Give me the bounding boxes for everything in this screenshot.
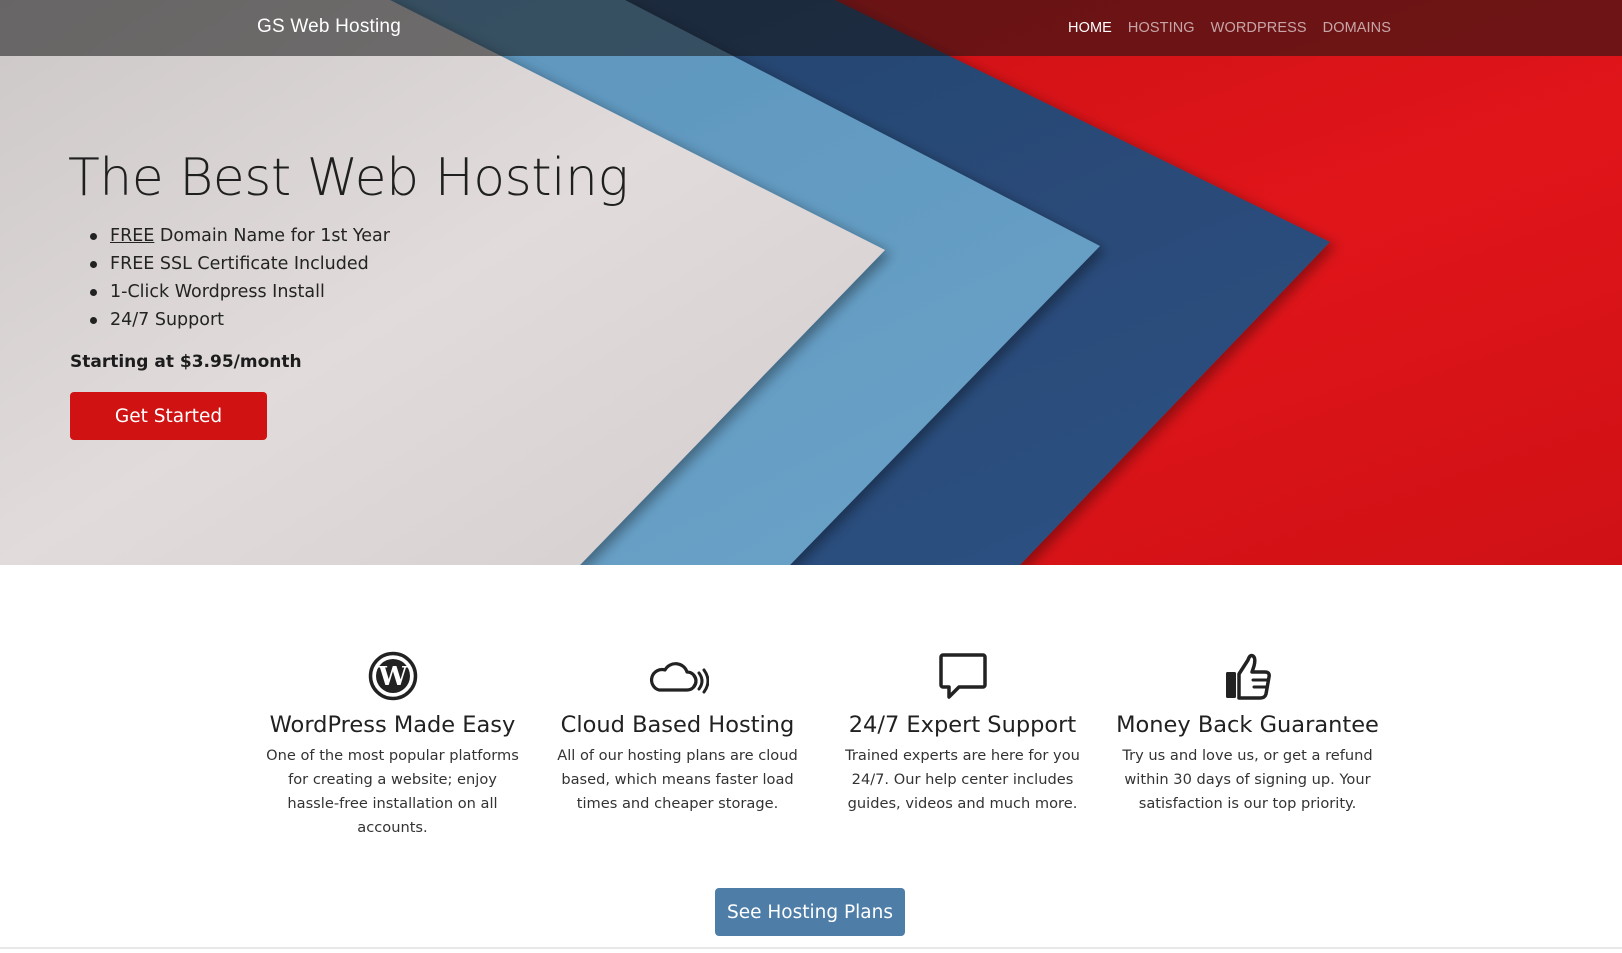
brand-logo[interactable]: GS Web Hosting <box>257 16 401 38</box>
feature-card-guarantee: Money Back Guarantee Try us and love us,… <box>1105 650 1390 816</box>
nav-link-domains[interactable]: DOMAINS <box>1323 20 1391 36</box>
hero-feature-item: FREE SSL Certificate Included <box>90 250 390 278</box>
thumbs-up-icon <box>1225 653 1271 700</box>
nav-menu: HOME HOSTING WORDPRESS DOMAINS <box>1068 20 1391 36</box>
hero-feature-item: FREE Domain Name for 1st Year <box>90 222 390 250</box>
feature-card-cloud: Cloud Based Hosting All of our hosting p… <box>535 650 820 816</box>
nav-link-home[interactable]: HOME <box>1068 20 1112 36</box>
nav-link-hosting[interactable]: HOSTING <box>1128 20 1195 36</box>
hero-feature-list: FREE Domain Name for 1st Year FREE SSL C… <box>90 222 390 334</box>
wordpress-icon: W <box>368 651 417 701</box>
feature-description: One of the most popular platforms for cr… <box>266 747 519 836</box>
get-started-button[interactable]: Get Started <box>70 392 267 440</box>
hero-title: The Best Web Hosting <box>68 148 629 208</box>
page-bottom-divider <box>0 947 1622 949</box>
hero-feature-item: 1-Click Wordpress Install <box>90 278 390 306</box>
feature-description: Trained experts are here for you 24/7. O… <box>845 747 1080 812</box>
feature-title: 24/7 Expert Support <box>848 712 1077 738</box>
hero-banner: GS Web Hosting HOME HOSTING WORDPRESS DO… <box>0 0 1622 565</box>
feature-description: All of our hosting plans are cloud based… <box>557 747 798 812</box>
see-hosting-plans-button[interactable]: See Hosting Plans <box>715 888 905 936</box>
nav-link-wordpress[interactable]: WORDPRESS <box>1211 20 1307 36</box>
feature-card-support: 24/7 Expert Support Trained experts are … <box>820 650 1105 816</box>
starting-price: Starting at $3.95/month <box>70 352 302 372</box>
top-navbar: GS Web Hosting HOME HOSTING WORDPRESS DO… <box>0 0 1622 56</box>
free-highlight: FREE <box>110 226 155 246</box>
cloud-icon <box>649 662 709 694</box>
svg-text:W: W <box>377 662 408 692</box>
feature-title: Cloud Based Hosting <box>560 712 795 738</box>
hero-feature-item: 24/7 Support <box>90 306 390 334</box>
chat-bubble-icon <box>938 653 987 699</box>
features-section: W WordPress Made Easy One of the most po… <box>250 650 1390 836</box>
feature-title: Money Back Guarantee <box>1116 712 1379 738</box>
feature-card-wordpress: W WordPress Made Easy One of the most po… <box>250 650 535 840</box>
feature-title: WordPress Made Easy <box>269 712 516 738</box>
hero-feature-text: Domain Name for 1st Year <box>154 226 390 246</box>
feature-description: Try us and love us, or get a refund with… <box>1122 747 1373 812</box>
